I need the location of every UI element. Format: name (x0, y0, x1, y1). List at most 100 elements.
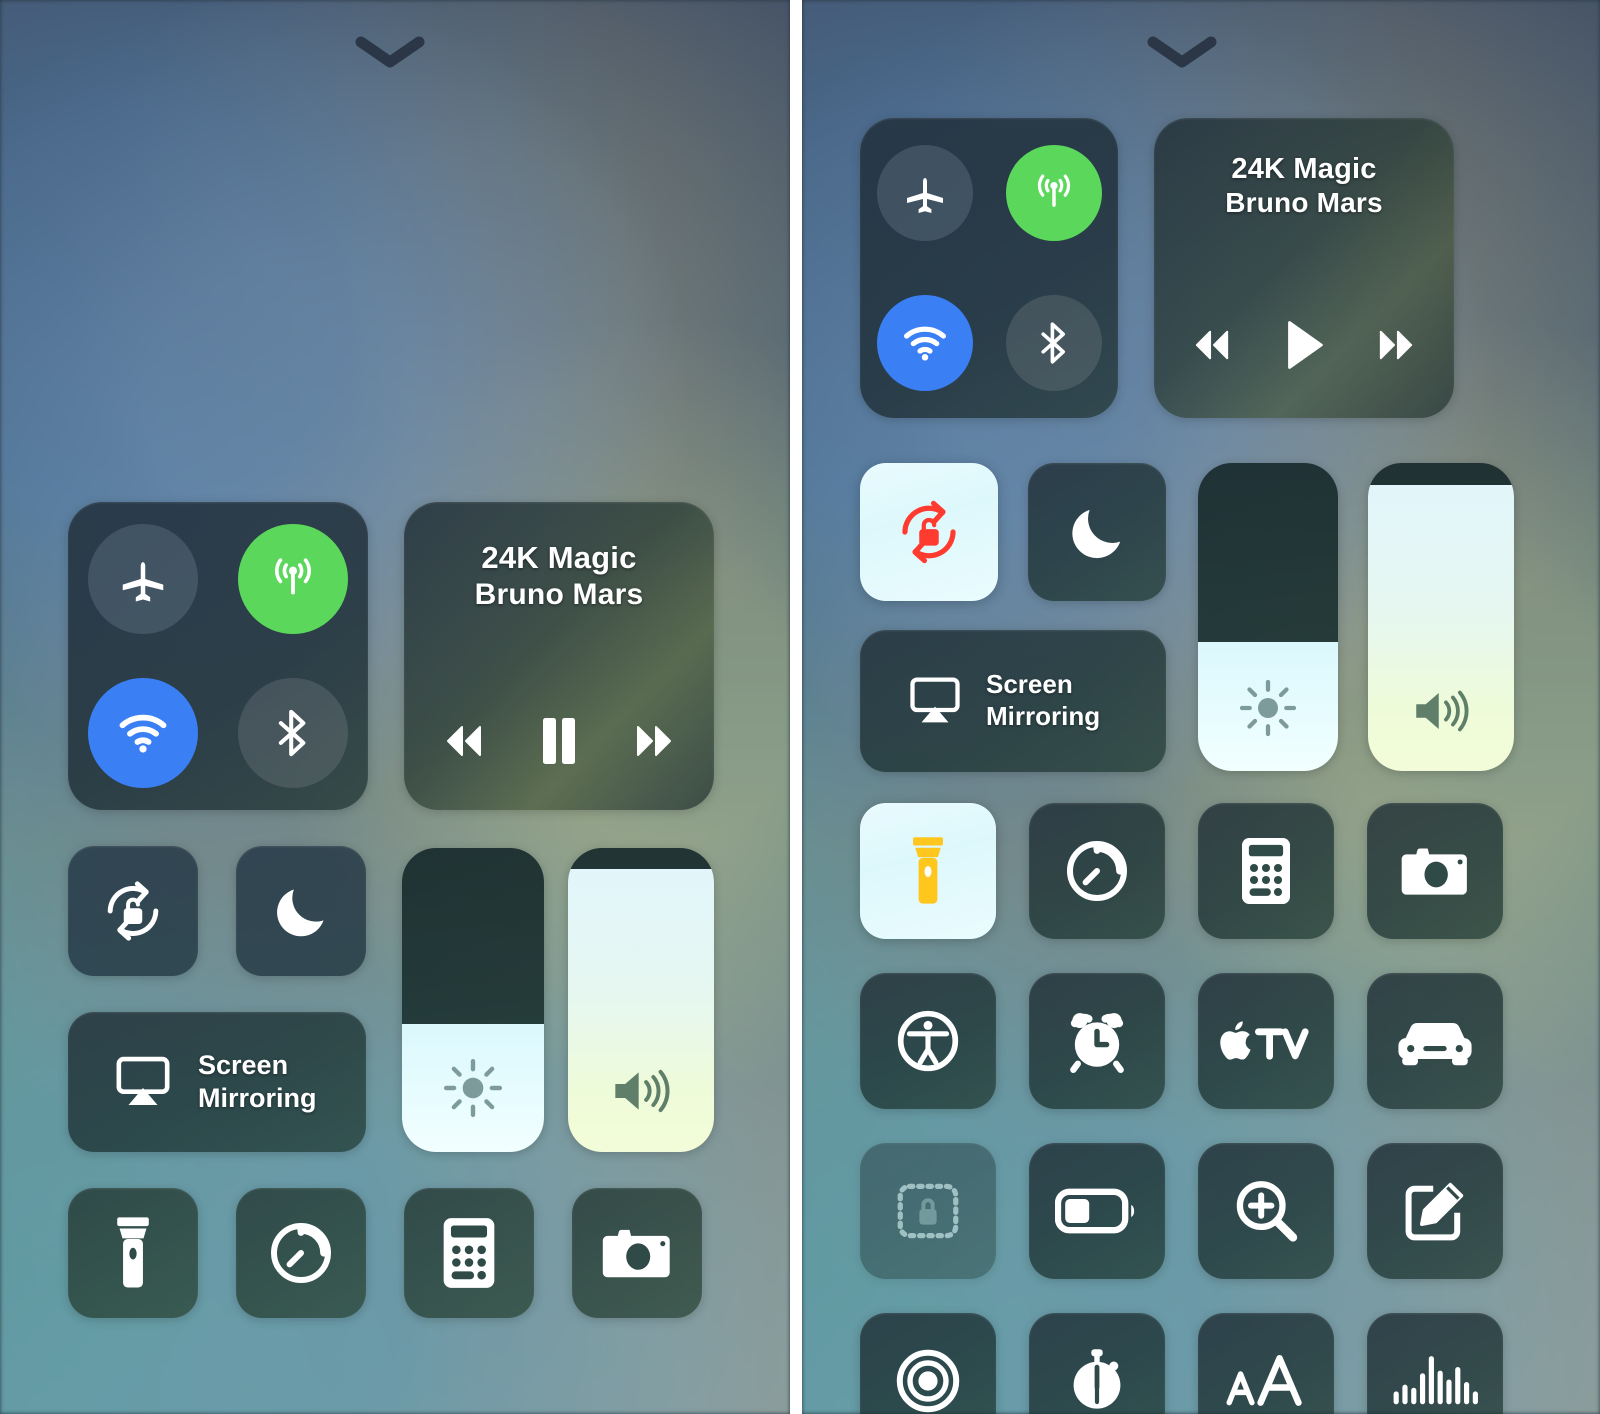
alarm-button[interactable] (1029, 973, 1165, 1109)
do-not-disturb-while-driving-button[interactable] (1367, 973, 1503, 1109)
accessibility-shortcuts-button[interactable] (860, 973, 996, 1109)
fast-forward-button[interactable] (628, 721, 680, 766)
camera-icon (602, 1229, 670, 1278)
screen-mirroring-label-line2: Mirroring (986, 701, 1101, 731)
timer-icon (271, 1223, 331, 1283)
screen-mirroring-label-line2: Mirroring (198, 1083, 317, 1113)
timer-button[interactable] (1029, 803, 1165, 939)
play-icon (1288, 321, 1323, 369)
brightness-fill (402, 1024, 544, 1152)
low-power-mode-button[interactable] (1029, 1143, 1165, 1279)
now-playing-artist: Bruno Mars (474, 577, 644, 611)
volume-icon (1409, 684, 1473, 743)
airplane-mode-toggle[interactable] (876, 145, 973, 241)
car-icon (1398, 1023, 1472, 1066)
rewind-button[interactable] (1187, 326, 1237, 369)
flashlight-toggle[interactable] (68, 1188, 198, 1318)
notes-compose-icon (1405, 1182, 1464, 1241)
brightness-fill (1198, 641, 1338, 771)
rewind-button[interactable] (438, 721, 490, 766)
bluetooth-toggle[interactable] (238, 678, 348, 788)
screen-mirroring-label: Screen Mirroring (986, 669, 1100, 732)
calculator-button[interactable] (1198, 803, 1334, 939)
play-button[interactable] (1282, 319, 1326, 376)
voice-memo-icon (896, 1349, 960, 1413)
control-center-comparison: 24K Magic Bruno Mars Screen Mirroring 24… (0, 0, 1600, 1414)
airplane-mode-toggle[interactable] (88, 524, 198, 634)
now-playing-module[interactable]: 24K Magic Bruno Mars (404, 502, 714, 810)
calculator-icon (1242, 838, 1290, 904)
pause-button[interactable] (538, 715, 580, 772)
fast-forward-button[interactable] (1371, 326, 1421, 369)
battery-icon (1055, 1188, 1135, 1234)
bluetooth-icon (1040, 322, 1065, 364)
control-center-panel-left: 24K Magic Bruno Mars Screen Mirroring (0, 0, 790, 1414)
volume-fill (568, 869, 714, 1152)
screen-mirroring-label-line1: Screen (986, 669, 1073, 700)
stopwatch-button[interactable] (1029, 1313, 1165, 1414)
volume-slider[interactable] (1368, 463, 1514, 771)
airplay-icon (116, 1056, 170, 1105)
connectivity-module (68, 502, 368, 810)
wifi-icon (119, 714, 167, 753)
camera-button[interactable] (572, 1188, 702, 1318)
camera-button[interactable] (1367, 803, 1503, 939)
media-controls (438, 715, 680, 772)
flashlight-icon (913, 837, 943, 904)
guided-access-button[interactable] (860, 1143, 996, 1279)
airplane-icon (906, 178, 943, 213)
chevron-down-icon[interactable] (355, 36, 425, 70)
brightness-sun-icon (1238, 678, 1298, 743)
text-size-icon (1226, 1355, 1302, 1406)
apple-tv-icon (1220, 1021, 1309, 1060)
media-controls (1187, 319, 1421, 376)
do-not-disturb-toggle[interactable] (236, 846, 366, 976)
cellular-data-toggle[interactable] (1005, 145, 1102, 241)
stopwatch-icon (1073, 1349, 1121, 1409)
wifi-icon (903, 326, 946, 361)
calculator-button[interactable] (404, 1188, 534, 1318)
screen-mirroring-button[interactable]: Screen Mirroring (68, 1012, 366, 1152)
flashlight-toggle[interactable] (860, 803, 996, 939)
now-playing-module[interactable]: 24K Magic Bruno Mars (1154, 118, 1454, 418)
camera-icon (1401, 848, 1467, 895)
brightness-slider[interactable] (402, 848, 544, 1152)
bluetooth-toggle[interactable] (1005, 295, 1102, 391)
do-not-disturb-toggle[interactable] (1028, 463, 1166, 601)
rewind-icon (1195, 330, 1229, 360)
rotation-lock-toggle[interactable] (68, 846, 198, 976)
apple-tv-remote-button[interactable] (1198, 973, 1334, 1109)
cellular-data-toggle[interactable] (238, 524, 348, 634)
cellular-antenna-icon (1037, 174, 1070, 207)
guided-access-lock-icon (897, 1183, 959, 1239)
screen-mirroring-label: Screen Mirroring (198, 1049, 317, 1115)
rotation-lock-toggle[interactable] (860, 463, 998, 601)
now-playing-title: 24K Magic (481, 540, 637, 575)
text-size-button[interactable] (1198, 1313, 1334, 1414)
moon-icon (277, 889, 324, 937)
magnifier-button[interactable] (1198, 1143, 1334, 1279)
fast-forward-icon (636, 726, 671, 756)
rotation-lock-icon (107, 881, 159, 941)
wifi-toggle[interactable] (88, 678, 198, 788)
volume-fill (1368, 484, 1514, 771)
brightness-slider[interactable] (1198, 463, 1338, 771)
notes-button[interactable] (1367, 1143, 1503, 1279)
voice-memos-button[interactable] (860, 1313, 996, 1414)
now-playing-title: 24K Magic (1231, 153, 1377, 185)
airplane-icon (122, 562, 164, 602)
timer-button[interactable] (236, 1188, 366, 1318)
accessibility-icon (897, 1010, 959, 1072)
hearing-button[interactable] (1367, 1313, 1503, 1414)
flashlight-icon (117, 1217, 149, 1288)
wifi-toggle[interactable] (876, 295, 973, 391)
screen-mirroring-label-line1: Screen (198, 1050, 289, 1081)
rotation-lock-icon (902, 500, 956, 564)
pause-icon (542, 718, 575, 764)
hearing-waveform-icon (1393, 1356, 1478, 1405)
volume-icon (608, 1063, 674, 1124)
chevron-down-icon[interactable] (1147, 36, 1217, 70)
screen-mirroring-button[interactable]: Screen Mirroring (860, 630, 1166, 772)
now-playing-artist: Bruno Mars (1225, 187, 1383, 219)
volume-slider[interactable] (568, 848, 714, 1152)
